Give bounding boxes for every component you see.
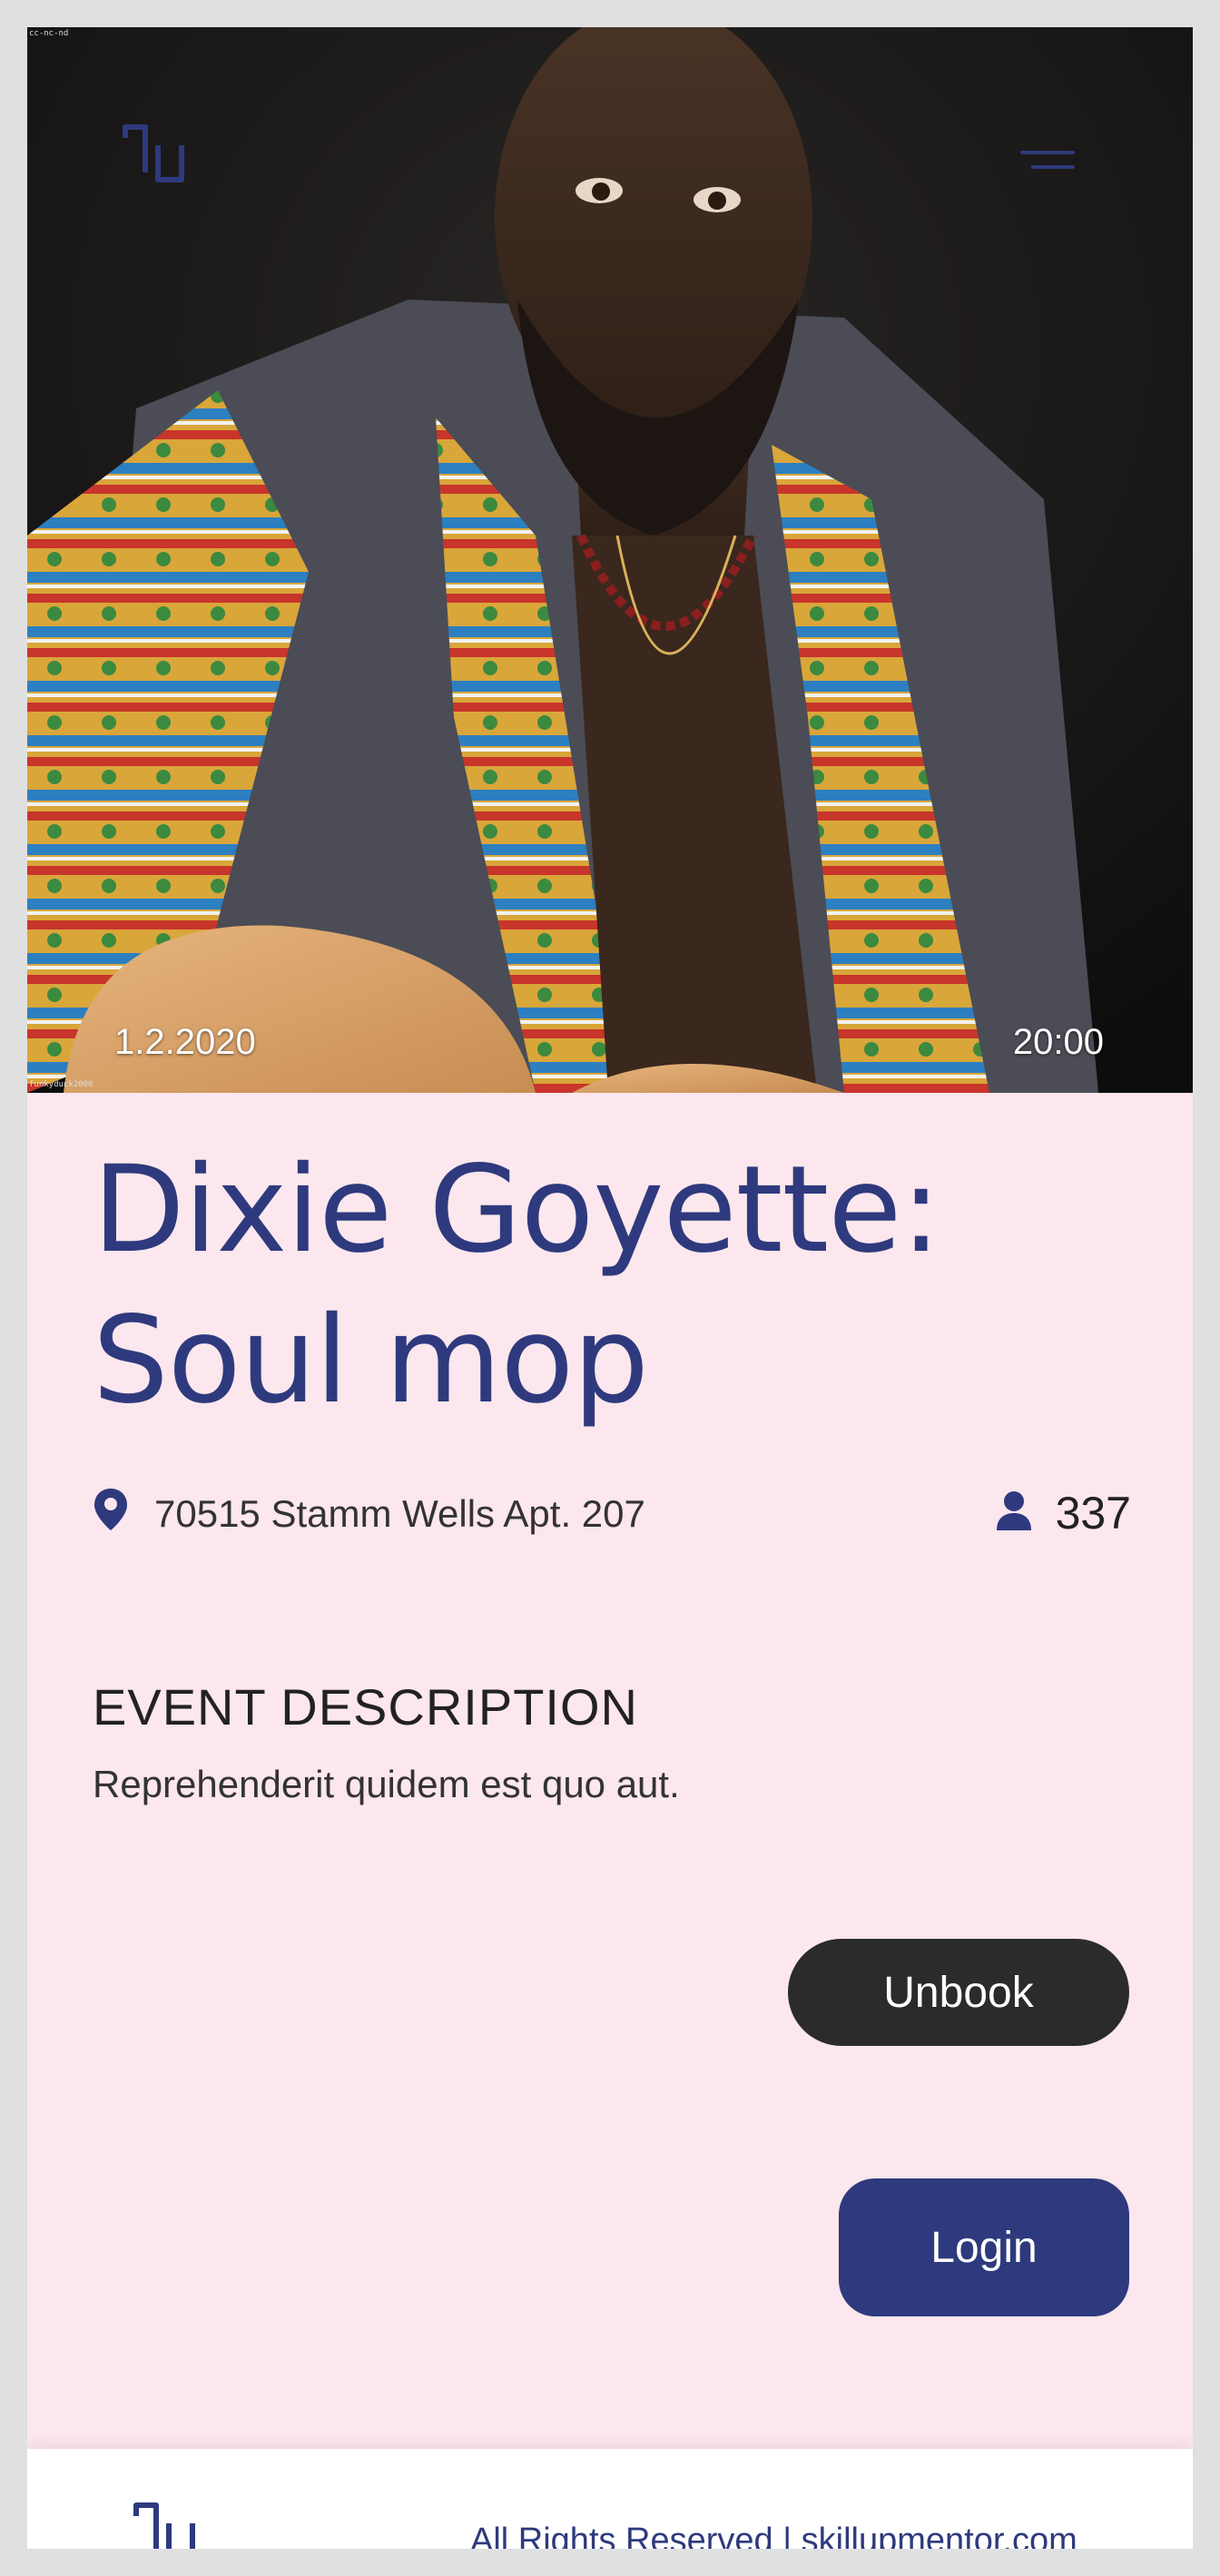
event-title-line: Dixie Goyette: bbox=[93, 1140, 941, 1280]
menu-line bbox=[1020, 151, 1075, 154]
event-title: Dixie Goyette: Soul mop bbox=[93, 1135, 1127, 1436]
event-hero-image: cc-nc-nd funkyduck2000 1.2.2020 20:00 bbox=[27, 27, 1193, 1093]
musician-photo bbox=[27, 27, 1193, 1093]
menu-line bbox=[1031, 165, 1075, 169]
nu-logo-icon[interactable] bbox=[118, 118, 191, 191]
footer-logo-icon[interactable] bbox=[129, 2496, 202, 2549]
event-address: 70515 Stamm Wells Apt. 207 bbox=[154, 1492, 645, 1535]
event-time: 20:00 bbox=[1012, 1022, 1104, 1062]
event-date: 1.2.2020 bbox=[114, 1022, 256, 1062]
page-frame: cc-nc-nd funkyduck2000 1.2.2020 20:00 Di… bbox=[27, 27, 1193, 2549]
description-heading: EVENT DESCRIPTION bbox=[93, 1678, 638, 1735]
footer-rights-text: All Rights Reserved | skillupmentor.com bbox=[470, 2522, 1077, 2549]
photo-credit: funkyduck2000 bbox=[29, 1080, 93, 1089]
login-button[interactable]: Login bbox=[839, 2178, 1129, 2316]
map-pin-icon bbox=[94, 1489, 127, 1530]
description-text: Reprehenderit quidem est quo aut. bbox=[93, 1763, 680, 1805]
event-title-line: Soul mop bbox=[93, 1291, 649, 1431]
unbook-button[interactable]: Unbook bbox=[788, 1939, 1129, 2046]
event-meta-row: 70515 Stamm Wells Apt. 207 337 bbox=[93, 1485, 1131, 1539]
footer: All Rights Reserved | skillupmentor.com bbox=[27, 2449, 1193, 2549]
attendee-count: 337 bbox=[1055, 1488, 1131, 1539]
person-icon bbox=[997, 1491, 1031, 1530]
license-label: cc-nc-nd bbox=[29, 29, 69, 38]
hamburger-menu-icon[interactable] bbox=[1020, 145, 1075, 182]
